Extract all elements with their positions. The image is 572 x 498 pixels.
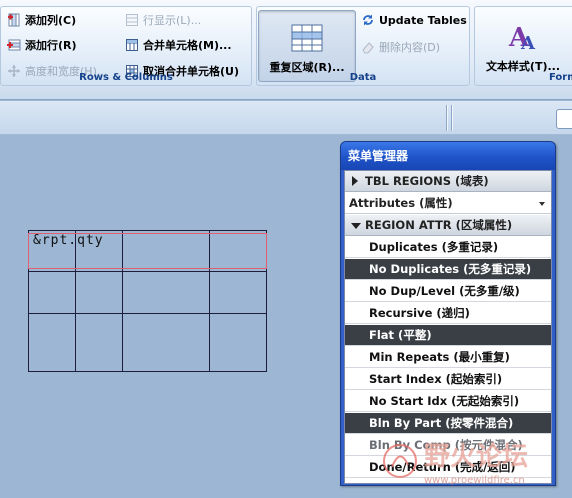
rows-columns-group: 添加列(C) 添加行(R) 高度和宽度(H)... 行显示(L)... 合并单元… (0, 6, 252, 86)
data-group: 重复区域(R)... Update Tables 删除内容(D) Data (256, 6, 470, 86)
menu-header-label: REGION ATTR (区域属性) (365, 218, 513, 232)
attributes-dropdown-label: Attributes (属性) (349, 196, 453, 210)
eraser-icon (361, 40, 375, 54)
add-row-button[interactable]: 添加行(R) (7, 36, 77, 54)
repeat-region-icon (290, 23, 324, 53)
menu-item-label: No Dup/Level (无多重/级) (369, 284, 520, 298)
format-group: AA 文本样式(T)... Form (474, 6, 572, 86)
data-group-label: Data (349, 72, 377, 83)
update-tables-label: Update Tables (379, 13, 467, 27)
secondary-toolbar (0, 101, 572, 135)
row-display-label: 行显示(L)... (143, 14, 202, 27)
menu-manager: 菜单管理器 TBL REGIONS (域表) Attributes (属性) R… (340, 141, 556, 486)
add-column-button[interactable]: 添加列(C) (7, 11, 76, 29)
delete-content-label: 删除内容(D) (379, 41, 441, 54)
rows-columns-group-label: Rows & Columns (79, 72, 173, 83)
row-display-icon (125, 13, 139, 27)
menu-item-min-repeats[interactable]: Min Repeats (最小重复) (345, 347, 551, 368)
menu-item-start-index[interactable]: Start Index (起始索引) (345, 369, 551, 390)
table-line (28, 371, 267, 372)
menu-item-label: Min Repeats (最小重复) (369, 350, 510, 364)
menu-item-no-dup-level[interactable]: No Dup/Level (无多重/级) (345, 281, 551, 302)
menu-item-label: Done/Return (完成/返回) (369, 460, 516, 474)
refresh-icon (361, 13, 375, 27)
menu-item-recursive[interactable]: Recursive (递归) (345, 303, 551, 324)
menu-item-bln-by-part[interactable]: Bln By Part (按零件混合) (345, 413, 551, 434)
menu-header-tbl-regions[interactable]: TBL REGIONS (域表) (345, 171, 551, 192)
menu-item-label: Duplicates (多重记录) (369, 240, 499, 254)
table-line (28, 313, 267, 314)
expanded-triangle-icon (351, 223, 361, 229)
menu-item-duplicates[interactable]: Duplicates (多重记录) (345, 237, 551, 258)
menu-item-label: Recursive (递归) (369, 306, 470, 320)
menu-item-bln-by-comp[interactable]: Bln By Comp (按元件混合) (345, 435, 551, 456)
format-group-label: Form (549, 72, 572, 83)
merge-cells-icon (125, 38, 139, 52)
menu-item-label: Flat (平整) (369, 328, 432, 342)
menu-manager-body: TBL REGIONS (域表) Attributes (属性) REGION … (344, 170, 552, 484)
toolbar-field[interactable] (556, 109, 572, 129)
menu-manager-title[interactable]: 菜单管理器 (341, 142, 555, 170)
menu-item-done-return[interactable]: Done/Return (完成/返回) (345, 457, 551, 478)
dropdown-arrow-icon (539, 202, 545, 206)
toolbar-splitter-2[interactable] (451, 105, 453, 131)
table-line (28, 271, 267, 272)
add-column-icon (7, 13, 21, 27)
svg-text:A: A (520, 33, 536, 52)
menu-item-flat[interactable]: Flat (平整) (345, 325, 551, 346)
add-row-icon (7, 38, 21, 52)
menu-header-label: TBL REGIONS (域表) (365, 174, 489, 188)
toolbar-splitter[interactable] (446, 105, 448, 131)
menu-item-label: No Duplicates (无多重记录) (369, 262, 532, 276)
attributes-dropdown[interactable]: Attributes (属性) (345, 193, 551, 214)
collapsed-triangle-icon (352, 176, 358, 186)
table-cell-text[interactable]: &rpt.qty (33, 233, 104, 248)
menu-item-label: Start Index (起始索引) (369, 372, 503, 386)
ribbon: 添加列(C) 添加行(R) 高度和宽度(H)... 行显示(L)... 合并单元… (0, 0, 572, 100)
menu-item-no-duplicates[interactable]: No Duplicates (无多重记录) (345, 259, 551, 280)
text-style-icon: AA (506, 20, 540, 54)
menu-item-no-start-idx[interactable]: No Start Idx (无起始索引) (345, 391, 551, 412)
menu-item-label: Bln By Part (按零件混合) (369, 416, 514, 430)
menu-item-label: No Start Idx (无起始索引) (369, 394, 520, 408)
menu-item-label: Bln By Comp (按元件混合) (369, 438, 523, 452)
merge-cells-label: 合并单元格(M)... (143, 39, 232, 52)
delete-content-button[interactable]: 删除内容(D) (361, 38, 440, 56)
add-row-label: 添加行(R) (25, 39, 77, 52)
merge-cells-button[interactable]: 合并单元格(M)... (125, 36, 232, 54)
row-display-button[interactable]: 行显示(L)... (125, 11, 201, 29)
add-column-label: 添加列(C) (25, 14, 77, 27)
update-tables-button[interactable]: Update Tables (361, 11, 467, 29)
menu-header-region-attr[interactable]: REGION ATTR (区域属性) (345, 215, 551, 236)
table-line (28, 230, 267, 231)
